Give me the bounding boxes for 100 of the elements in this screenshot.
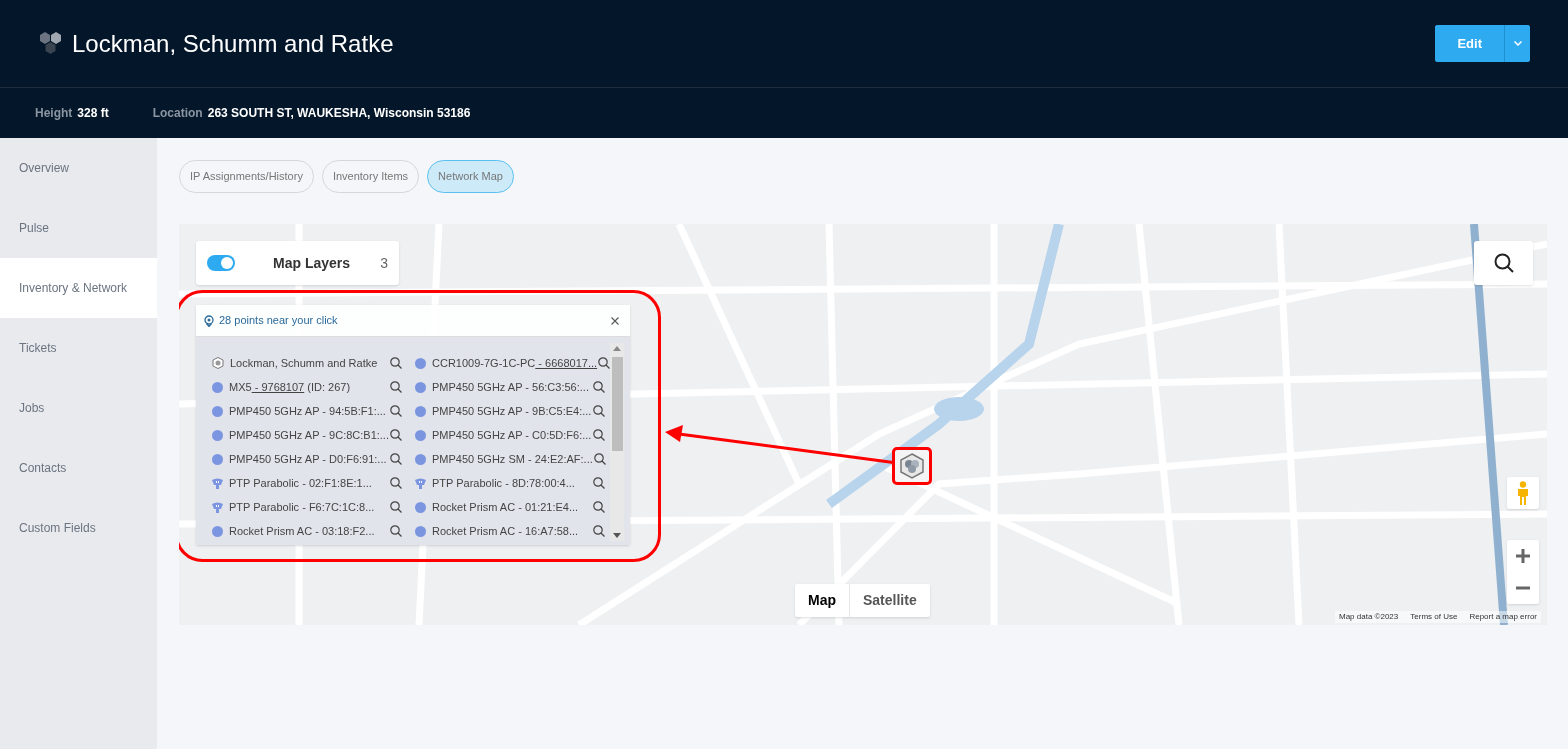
device-label: PTP Parabolic - F6:7C:1C:8... <box>229 499 375 515</box>
device-label: PMP450 5GHz AP - 9C:8C:B1:... <box>229 427 389 443</box>
location-pin-icon <box>204 314 214 327</box>
status-dot-icon <box>415 429 426 441</box>
zoom-to-button[interactable] <box>592 524 606 538</box>
scroll-up-icon <box>613 346 621 351</box>
sidebar-item[interactable]: Contacts <box>0 438 157 498</box>
zoom-to-button[interactable] <box>389 524 403 538</box>
caret-icon <box>1513 41 1522 46</box>
search-icon <box>593 405 605 417</box>
search-icon <box>390 357 402 369</box>
site-title: Lockman, Schumm and Ratke <box>72 28 394 59</box>
device-label: PMP450 5GHz AP - 94:5B:F1:... <box>229 403 386 419</box>
search-icon <box>593 501 605 513</box>
zoom-to-button[interactable] <box>597 356 612 370</box>
status-dot-icon <box>415 405 426 417</box>
layers-toggle[interactable] <box>207 255 235 271</box>
device-label: PMP450 5GHz AP - 56:C3:56:... <box>432 379 589 395</box>
sidebar-item[interactable]: Jobs <box>0 378 157 438</box>
zoom-to-button[interactable] <box>389 476 403 490</box>
device-label: Rocket Prism AC - 01:21:E4... <box>432 499 579 515</box>
device-label: PTP Parabolic - 8D:78:00:4... <box>432 475 575 491</box>
sidebar-item[interactable]: Custom Fields <box>0 498 157 558</box>
field-label: Height <box>35 105 73 122</box>
map-footer-link[interactable]: Map data ©2023 <box>1339 611 1399 623</box>
scroll-thumb[interactable] <box>611 357 623 451</box>
search-icon <box>390 525 402 537</box>
site-marker[interactable] <box>892 447 932 485</box>
status-dot-icon <box>415 453 426 465</box>
scrollbar[interactable] <box>610 343 624 541</box>
sidebar-item[interactable]: Tickets <box>0 318 157 378</box>
search-icon <box>593 453 606 465</box>
map-type-button[interactable]: Map <box>795 584 849 617</box>
device-label: CCR1009-7G-1C-PC - 6668017... <box>432 355 598 371</box>
map-footer-link[interactable]: Report a map error <box>1469 611 1537 623</box>
device-link[interactable]: - 9768107 <box>251 380 305 393</box>
field-label: Location <box>152 105 203 122</box>
map-footer-link[interactable]: Terms of Use <box>1410 611 1458 623</box>
dish-icon <box>212 477 223 489</box>
search-icon <box>390 501 402 513</box>
scroll-down-icon <box>613 533 621 538</box>
search-icon <box>593 381 605 393</box>
plus-icon <box>1516 549 1530 563</box>
zoom-to-button[interactable] <box>592 380 606 394</box>
status-dot-icon <box>415 525 426 537</box>
device-label: Lockman, Schumm and Ratke <box>230 355 378 371</box>
zoom-to-button[interactable] <box>389 404 403 418</box>
status-dot-icon <box>212 381 223 393</box>
edit-split-button[interactable]: Edit <box>1435 25 1530 62</box>
device-label: PTP Parabolic - 02:F1:8E:1... <box>229 475 372 491</box>
zoom-to-button[interactable] <box>389 500 403 514</box>
sidebar-item[interactable]: Inventory & Network <box>0 258 157 318</box>
zoom-to-fit-button[interactable] <box>1474 241 1533 285</box>
sidebar-item[interactable]: Pulse <box>0 198 157 258</box>
search-icon <box>593 525 605 537</box>
status-dot-icon <box>415 357 426 369</box>
search-icon <box>390 453 402 465</box>
zoom-to-button[interactable] <box>389 428 403 442</box>
device-link[interactable]: - 6668017... <box>535 356 598 369</box>
device-label: MX5 - 9768107 (ID: 267) <box>229 379 351 395</box>
status-dot-icon <box>212 429 223 441</box>
dish-icon <box>212 501 223 513</box>
search-icon <box>390 381 402 393</box>
device-label: Rocket Prism AC - 03:18:F2... <box>229 523 375 539</box>
logo-icon <box>38 30 64 57</box>
status-dot-icon <box>415 501 426 513</box>
minus-icon <box>1516 586 1530 590</box>
layer-count: 3 <box>380 253 388 273</box>
hexagon-marker-icon <box>899 453 925 479</box>
tab[interactable]: Network Map <box>427 160 514 193</box>
panel-title: Map Layers <box>273 253 351 273</box>
zoom-to-button[interactable] <box>389 452 403 466</box>
device-label: PMP450 5GHz AP - 9B:C5:E4:... <box>432 403 592 419</box>
device-label: PMP450 5GHz SM - 24:E2:AF:... <box>432 451 593 467</box>
device-label: Rocket Prism AC - 16:A7:58... <box>432 523 579 539</box>
sidebar-item[interactable]: Overview <box>0 138 157 198</box>
field-value: 328 ft <box>77 105 109 122</box>
search-icon <box>390 477 402 489</box>
zoom-to-button[interactable] <box>389 356 403 370</box>
zoom-to-button[interactable] <box>592 500 606 514</box>
hexagon-icon <box>212 357 224 369</box>
zoom-to-button[interactable] <box>592 428 606 442</box>
field-value: 263 SOUTH ST, WAUKESHA, Wisconsin 53186 <box>207 105 471 122</box>
device-label: PMP450 5GHz AP - C0:5D:F6:... <box>432 427 592 443</box>
dish-icon <box>415 477 426 489</box>
zoom-to-button[interactable] <box>592 452 607 466</box>
device-label: PMP450 5GHz AP - D0:F6:91:... <box>229 451 387 467</box>
person-icon <box>1517 481 1529 505</box>
search-icon <box>390 429 402 441</box>
zoom-to-button[interactable] <box>389 380 403 394</box>
zoom-to-button[interactable] <box>592 404 606 418</box>
map-type-button[interactable]: Satellite <box>849 584 930 617</box>
search-icon <box>1493 253 1514 273</box>
status-dot-icon <box>212 405 223 417</box>
zoom-to-button[interactable] <box>592 476 606 490</box>
popup-title: 28 points near your click <box>219 313 338 329</box>
status-dot-icon <box>415 381 426 393</box>
search-icon <box>593 477 605 489</box>
status-dot-icon <box>212 453 223 465</box>
search-icon <box>598 357 611 369</box>
